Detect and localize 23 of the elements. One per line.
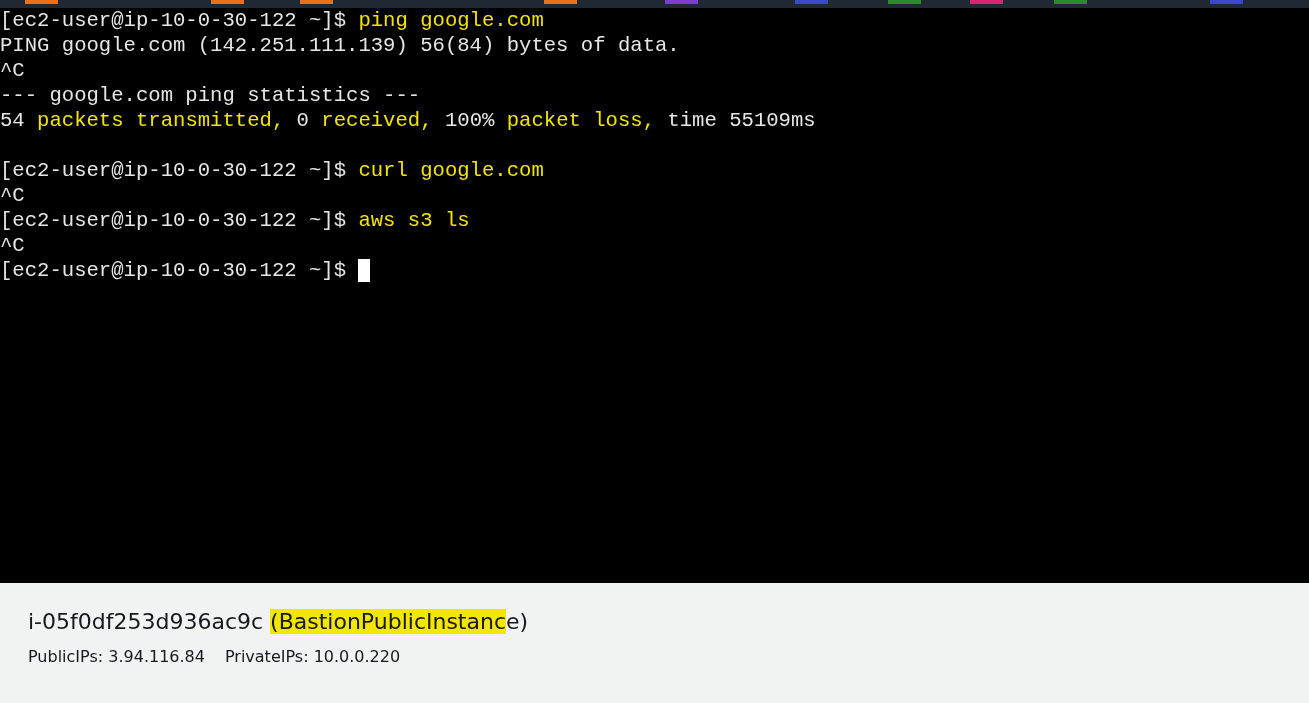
tab-marker[interactable] [300,0,333,4]
terminal-line: ^C [0,233,25,258]
terminal-line: [ec2-user@ip-10-0-30-122 ~]$ aws s3 ls [0,208,470,233]
tab-marker[interactable] [795,0,828,4]
terminal-line: [ec2-user@ip-10-0-30-122 ~]$ curl google.com [0,158,544,183]
tab-marker[interactable] [665,0,698,4]
instance-title: i-05f0df253d936ac9c (BastionPublicInstance) [28,608,530,636]
terminal-line: --- google.com ping statistics --- [0,83,421,108]
tab-marker[interactable] [25,0,58,4]
terminal-line: 54 packets transmitted, 0 received, 100% packet loss, time 55109ms [0,108,816,133]
tab-marker[interactable] [544,0,577,4]
public-ips: PublicIPs: 3.94.116.84 [28,647,205,666]
tab-marker[interactable] [888,0,921,4]
tab-marker[interactable] [1210,0,1243,4]
private-ips: PrivateIPs: 10.0.0.220 [224,647,401,666]
terminal-line: [ec2-user@ip-10-0-30-122 ~]$ [0,258,348,283]
tab-marker[interactable] [970,0,1003,4]
terminal-line: ^C [0,58,25,83]
tab-marker[interactable] [211,0,244,4]
tab-marker[interactable] [1054,0,1087,4]
terminal-line: [ec2-user@ip-10-0-30-122 ~]$ ping google.com [0,8,544,33]
terminal-line: ^C [0,183,25,208]
terminal-line: PING google.com (142.251.111.139) 56(84) bytes of data. [0,33,680,58]
